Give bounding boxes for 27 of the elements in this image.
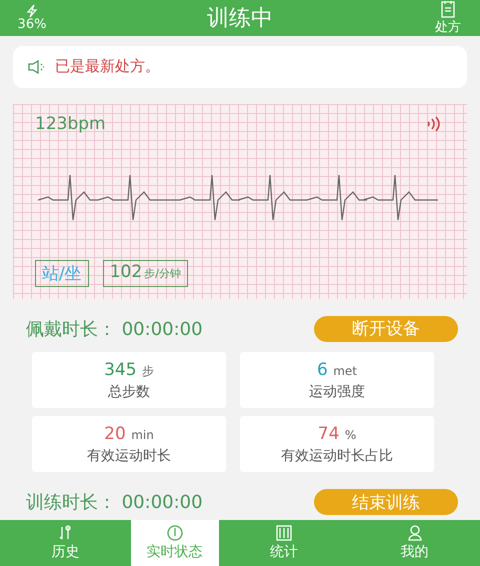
end-training-button[interactable]: 结束训练 bbox=[314, 489, 458, 516]
tab[interactable]: 实时状态 bbox=[130, 520, 219, 566]
cadence-tag: 102 步/分钟 bbox=[102, 260, 188, 287]
posture-tag: 站/坐 bbox=[35, 260, 89, 287]
speaker-icon bbox=[27, 58, 47, 75]
person-icon bbox=[406, 525, 423, 542]
sort-icon bbox=[57, 525, 74, 542]
gauge-icon bbox=[166, 525, 184, 542]
heart-rate: 123bpm bbox=[35, 114, 106, 134]
prescription-button[interactable]: 处方 bbox=[426, 0, 470, 36]
lightning-icon bbox=[26, 4, 38, 18]
wear-duration: 佩戴时长： 00:00:00 bbox=[26, 318, 203, 341]
disconnect-button[interactable]: 断开设备 bbox=[314, 316, 458, 342]
stat-label: 有效运动时长占比 bbox=[281, 446, 393, 465]
stat-value: 6 met bbox=[316, 360, 357, 380]
stat-label: 运动强度 bbox=[309, 382, 365, 401]
stat-value: 345 步 bbox=[104, 360, 154, 380]
sliders-icon bbox=[276, 525, 292, 542]
page-title: 训练中 bbox=[207, 5, 273, 33]
battery-level: 36% bbox=[18, 18, 46, 32]
stat-value: 74 % bbox=[318, 424, 356, 444]
notice-text: 已是最新处方。 bbox=[55, 57, 160, 76]
stat-value: 20 min bbox=[104, 424, 154, 444]
training-duration: 训练时长： 00:00:00 bbox=[26, 491, 203, 514]
stat-label: 总步数 bbox=[108, 382, 150, 401]
document-icon bbox=[440, 0, 456, 18]
stat-label: 有效运动时长 bbox=[87, 446, 171, 465]
